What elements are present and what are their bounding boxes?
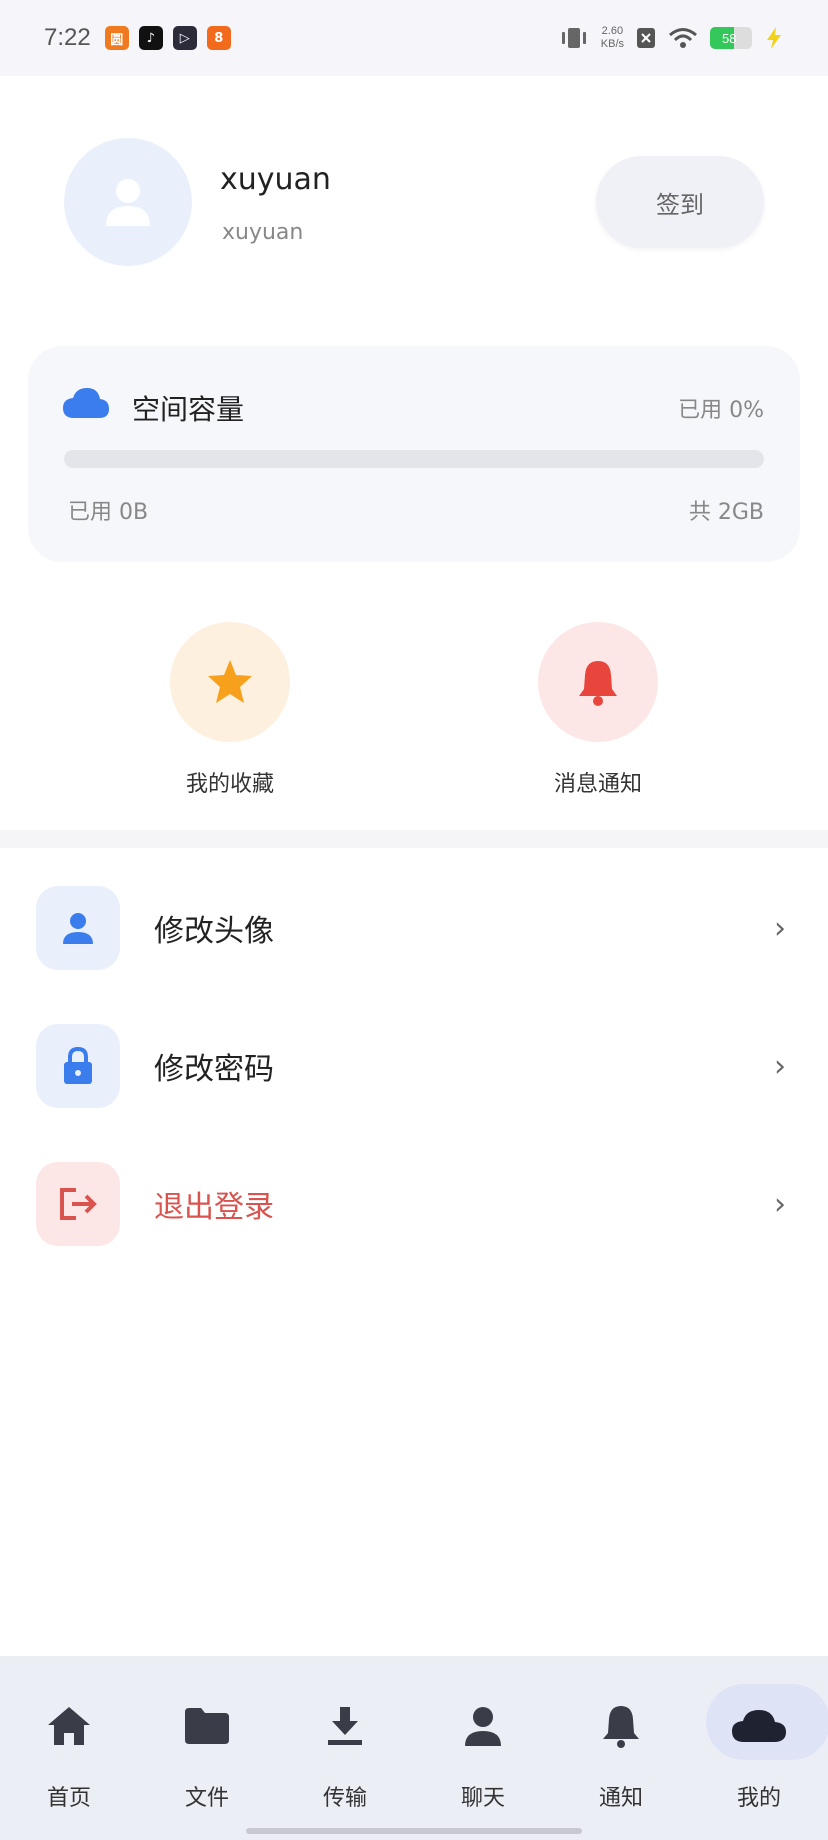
nav-home-label: 首页 (46, 1786, 91, 1811)
nav-tab-files[interactable]: 文件 (138, 1656, 276, 1840)
play-icon: ▷ (172, 26, 197, 50)
music-icon: ♪ (138, 26, 163, 50)
checkin-button[interactable]: 签到 (596, 156, 764, 248)
lock-icon (64, 1047, 92, 1084)
cloud-icon (732, 1710, 786, 1742)
change-password-icon-box (36, 1024, 120, 1108)
avatar[interactable] (64, 138, 192, 266)
battery-indicator: 58 (710, 27, 752, 49)
status-bar: 7:22 圆 ♪ ▷ 8 2.60 KB/s 58 (0, 0, 828, 76)
nav-tab-chat[interactable]: 聊天 (414, 1656, 552, 1840)
app-notification-icon: 圆 (104, 26, 129, 50)
storage-progress-bar (64, 450, 764, 468)
change-avatar-label: 修改头像 (154, 914, 274, 949)
nav-transfer-label: 传输 (322, 1786, 367, 1811)
logout-icon-box (36, 1162, 120, 1246)
nav-tab-transfer[interactable]: 传输 (276, 1656, 414, 1840)
chevron-right-icon: › (774, 1186, 786, 1222)
bell-icon (603, 1706, 639, 1748)
storage-title: 空间容量 (132, 393, 245, 426)
folder-icon (185, 1708, 229, 1744)
app-notification-icon-2: 8 (206, 26, 231, 50)
storage-card: 空间容量 已用 0% 已用 0B 共 2GB (28, 346, 800, 562)
logout-icon (60, 1188, 97, 1220)
nav-mine-label: 我的 (736, 1786, 781, 1811)
bell-icon (579, 661, 617, 706)
notifications-icon-circle (538, 622, 658, 742)
nav-tab-home[interactable]: 首页 (0, 1656, 138, 1840)
cloud-icon (63, 388, 109, 418)
nav-notifications-label: 通知 (598, 1786, 643, 1811)
network-speed-value: 2.60 (601, 25, 624, 37)
storage-total-label: 共 2GB (688, 500, 764, 525)
network-speed-unit: KB/s (600, 38, 624, 50)
download-icon (328, 1707, 362, 1745)
nav-tab-notifications[interactable]: 通知 (552, 1656, 690, 1840)
user-placeholder-icon (106, 179, 150, 226)
change-password-label: 修改密码 (154, 1052, 274, 1087)
user-id: xuyuan (222, 220, 304, 245)
vibrate-icon (561, 28, 586, 48)
battery-level: 58 (722, 30, 737, 46)
network-speed: 2.60 KB/s (601, 25, 624, 51)
charging-icon (767, 27, 781, 49)
nav-chat-label: 聊天 (460, 1786, 505, 1811)
menu-item-change-avatar[interactable]: 修改头像 › (0, 878, 828, 978)
close-notification-icon (637, 28, 655, 48)
star-icon (208, 660, 252, 703)
storage-used-percent: 已用 0% (678, 398, 764, 423)
username: xuyuan (220, 162, 331, 197)
nav-files-label: 文件 (184, 1786, 229, 1811)
home-icon (48, 1707, 90, 1745)
wifi-icon (669, 28, 697, 48)
favorites-icon-circle (170, 622, 290, 742)
chevron-right-icon: › (774, 910, 786, 946)
notifications-action[interactable]: 消息通知 (498, 622, 698, 798)
logout-label: 退出登录 (154, 1190, 274, 1225)
menu-item-logout[interactable]: 退出登录 › (0, 1154, 828, 1254)
favorites-action[interactable]: 我的收藏 (130, 622, 330, 798)
bottom-navigation: 首页 文件 传输 聊天 通知 我的 (0, 1656, 828, 1840)
storage-used-label: 已用 0B (68, 500, 149, 525)
menu-item-change-password[interactable]: 修改密码 › (0, 1016, 828, 1116)
person-icon (465, 1707, 501, 1746)
notifications-label: 消息通知 (553, 772, 642, 797)
change-avatar-icon-box (36, 886, 120, 970)
favorites-label: 我的收藏 (185, 772, 274, 797)
status-time: 7:22 (44, 24, 91, 51)
user-icon (63, 913, 93, 944)
chevron-right-icon: › (774, 1048, 786, 1084)
section-divider (0, 830, 828, 848)
nav-tab-mine[interactable]: 我的 (690, 1656, 828, 1840)
